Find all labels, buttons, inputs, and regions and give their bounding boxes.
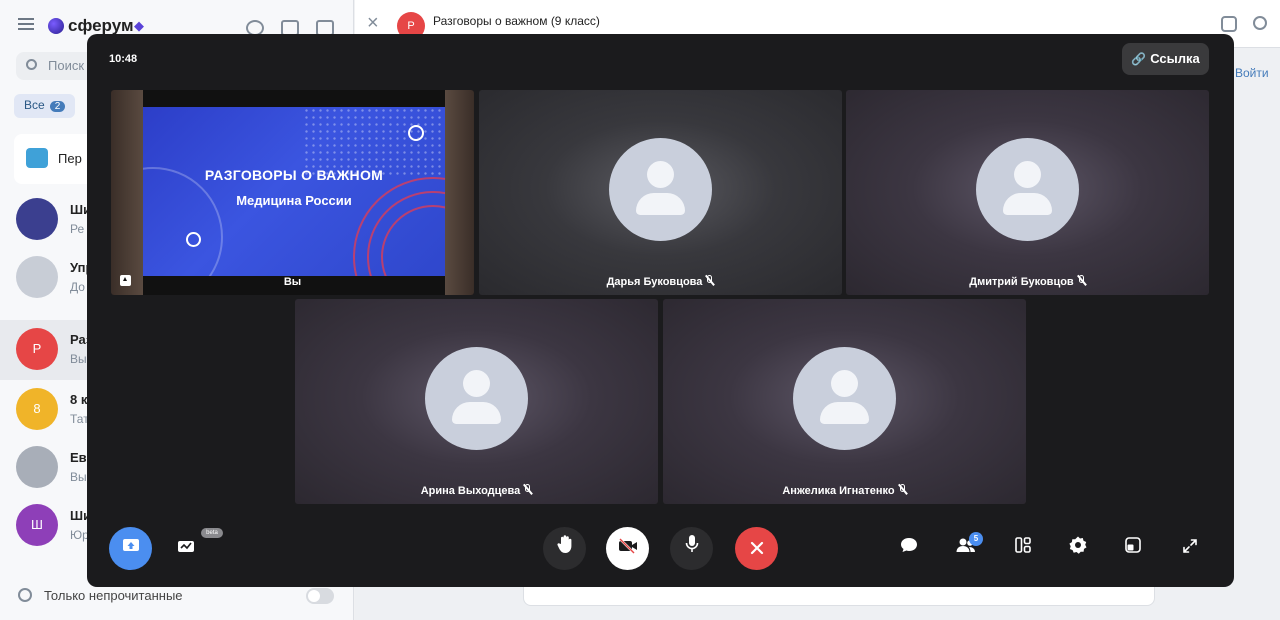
- chat-button[interactable]: [895, 535, 923, 563]
- effects-icon: [178, 541, 194, 552]
- chat-avatar: Ш: [16, 504, 58, 546]
- chat-preview: Вы: [70, 470, 87, 484]
- mic-off-icon: [1077, 275, 1086, 286]
- filter-count-badge: 2: [49, 101, 66, 112]
- participant-tile[interactable]: Арина Выходцева: [295, 299, 658, 504]
- graduation-cap-icon: ◆: [134, 18, 144, 33]
- participant-avatar-icon: [976, 138, 1079, 241]
- participant-avatar-icon: [425, 347, 528, 450]
- self-name-label: Вы: [283, 276, 302, 288]
- close-icon: [750, 541, 763, 555]
- video-background: [111, 90, 143, 295]
- app-logo-text: сферум: [68, 16, 134, 35]
- gear-icon: [1069, 536, 1087, 554]
- chat-preview: Тат: [70, 412, 89, 426]
- participant-name: Дарья Буковцова: [479, 275, 842, 288]
- search-placeholder: Поиск: [48, 58, 85, 73]
- menu-icon[interactable]: [18, 18, 34, 30]
- microphone-toggle-button[interactable]: [670, 527, 713, 570]
- raise-hand-icon: [556, 535, 571, 553]
- participant-name: Анжелика Игнатенко: [663, 484, 1026, 497]
- copy-link-label: Ссылка: [1150, 51, 1200, 66]
- chat-preview: Юр: [70, 528, 89, 542]
- filter-label: Все: [24, 98, 45, 112]
- effects-button[interactable]: [173, 535, 201, 563]
- raise-hand-button[interactable]: [543, 527, 586, 570]
- participant-name: Арина Выходцева: [295, 484, 658, 497]
- slide-decoration-arc: [143, 167, 223, 276]
- link-icon: 🔗: [1131, 52, 1147, 66]
- call-clock: 10:48: [109, 53, 138, 65]
- slide-subtitle: Медицина России: [236, 193, 352, 208]
- video-background: [445, 90, 474, 295]
- participant-avatar-icon: [793, 347, 896, 450]
- layout-button[interactable]: [1009, 535, 1037, 563]
- chat-avatar: [16, 256, 58, 298]
- shared-slide: РАЗГОВОРЫ О ВАЖНОМ Медицина России: [143, 107, 445, 276]
- picture-in-picture-button[interactable]: [1119, 535, 1147, 563]
- mic-off-icon: [898, 484, 907, 495]
- chat-bubble-icon: [901, 538, 917, 552]
- grid-layout-icon: [1015, 537, 1031, 553]
- slide-ring: [408, 125, 424, 141]
- join-call-link[interactable]: Войти: [1235, 66, 1269, 80]
- unread-icon: [18, 588, 32, 602]
- participant-tile[interactable]: Анжелика Игнатенко: [663, 299, 1026, 504]
- folder-icon: [26, 148, 48, 168]
- participant-name: Дмитрий Буковцов: [846, 275, 1209, 288]
- slide-title: РАЗГОВОРЫ О ВАЖНОМ: [204, 167, 384, 183]
- participant-avatar-icon: [609, 138, 712, 241]
- microphone-icon: [685, 535, 698, 552]
- fullscreen-button[interactable]: [1176, 535, 1204, 563]
- search-icon[interactable]: [1253, 16, 1267, 30]
- phone-icon[interactable]: [1221, 16, 1237, 32]
- self-video-tile[interactable]: РАЗГОВОРЫ О ВАЖНОМ Медицина России Вы: [111, 90, 474, 295]
- participants-count-badge: 5: [969, 532, 983, 546]
- end-call-button[interactable]: [735, 527, 778, 570]
- copy-link-button[interactable]: 🔗 Ссылка: [1122, 43, 1209, 75]
- unread-only-label: Только непрочитанные: [44, 588, 183, 603]
- search-icon: [26, 59, 37, 70]
- chat-avatar: [16, 198, 58, 240]
- video-call-window: 10:48 🔗 Ссылка РАЗГОВОРЫ О ВАЖНОМ Медицин…: [87, 34, 1234, 587]
- unread-only-toggle[interactable]: [306, 588, 334, 604]
- pinned-label: Пер: [58, 151, 82, 166]
- chat-preview: До: [70, 280, 85, 294]
- chat-preview: Ре: [70, 222, 85, 236]
- chat-avatar: 8: [16, 388, 58, 430]
- settings-button[interactable]: [1064, 535, 1092, 563]
- chat-title: Разговоры о важном (9 класс): [433, 14, 600, 28]
- beta-badge: beta: [201, 528, 223, 538]
- chat-preview: Вы: [70, 352, 87, 366]
- chat-avatar: [16, 446, 58, 488]
- chat-name: 8 к: [70, 392, 88, 407]
- filter-all-chip[interactable]: Все 2: [14, 94, 76, 118]
- sferum-logo-icon: [48, 18, 64, 34]
- camera-toggle-button[interactable]: [606, 527, 649, 570]
- mic-off-icon: [705, 275, 714, 286]
- participant-tile[interactable]: Дарья Буковцова: [479, 90, 842, 295]
- slide-ring: [186, 232, 201, 247]
- screen-share-icon: [122, 539, 139, 551]
- participant-tile[interactable]: Дмитрий Буковцов: [846, 90, 1209, 295]
- chat-avatar: Р: [16, 328, 58, 370]
- close-icon[interactable]: ×: [367, 12, 379, 35]
- camera-off-icon: [618, 538, 637, 554]
- screen-share-button[interactable]: [109, 527, 152, 570]
- expand-icon: [1183, 539, 1197, 553]
- mic-off-icon: [523, 484, 532, 495]
- minimize-window-icon: [1125, 537, 1141, 553]
